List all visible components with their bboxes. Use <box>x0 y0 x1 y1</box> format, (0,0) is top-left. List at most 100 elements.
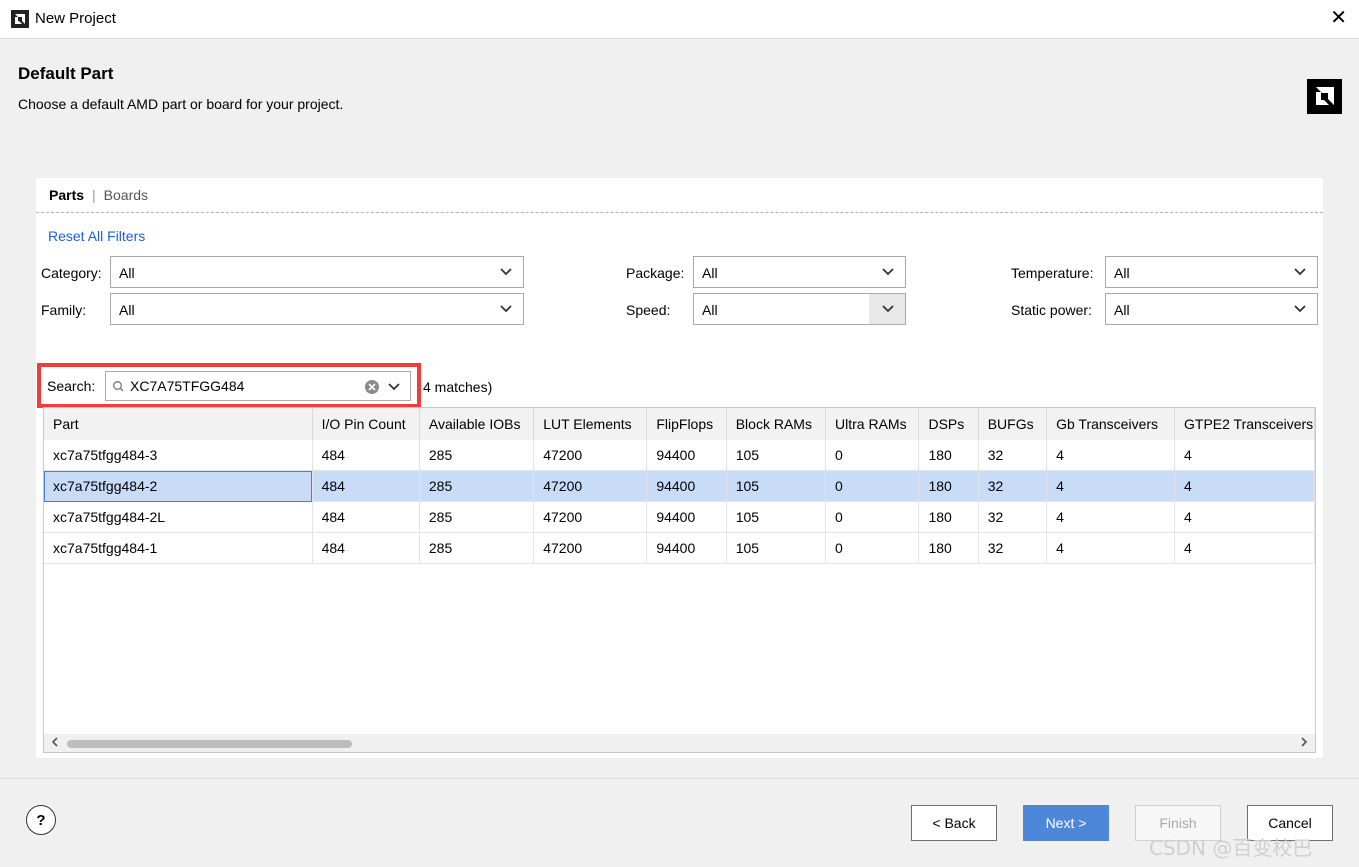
column-header[interactable]: DSPs <box>918 408 979 440</box>
next-button[interactable]: Next > <box>1023 805 1109 841</box>
column-header[interactable]: GTPE2 Transceivers <box>1174 408 1315 440</box>
part-selection-panel: Parts | Boards Reset All Filters Category:… <box>36 178 1323 758</box>
table-cell: 94400 <box>646 501 727 533</box>
family-value: All <box>119 302 135 318</box>
table-cell: 4 <box>1174 501 1315 533</box>
category-value: All <box>119 265 135 281</box>
page-title: Default Part <box>18 64 114 83</box>
table-cell: 32 <box>978 470 1048 502</box>
column-header[interactable]: FlipFlops <box>646 408 727 440</box>
amd-app-icon <box>11 10 29 28</box>
clear-search-icon[interactable] <box>364 379 380 395</box>
help-button[interactable]: ? <box>26 805 56 835</box>
category-select[interactable]: All <box>110 256 524 288</box>
package-label: Package: <box>626 265 685 281</box>
table-row[interactable]: xc7a75tfgg484-2 484 285 47200 94400 105 0 180 32… <box>44 470 1315 502</box>
horizontal-scrollbar[interactable] <box>44 734 1315 752</box>
table-cell: xc7a75tfgg484-2L <box>44 501 313 533</box>
scroll-right-icon[interactable] <box>1298 736 1310 748</box>
watermark: CSDN @百变校巴 <box>1149 836 1313 860</box>
table-cell: 94400 <box>646 532 727 564</box>
close-icon[interactable]: ✕ <box>1330 6 1347 30</box>
search-field[interactable] <box>105 371 411 401</box>
table-cell: 105 <box>726 470 827 502</box>
table-row[interactable]: xc7a75tfgg484-1 484 285 47200 94400 105 0 180 32… <box>44 532 1315 564</box>
table-cell: 4 <box>1174 470 1315 502</box>
table-cell: 94400 <box>646 470 727 502</box>
search-input[interactable] <box>130 376 360 396</box>
divider <box>36 212 1323 213</box>
chevron-down-icon <box>882 268 894 276</box>
table-cell: xc7a75tfgg484-3 <box>44 440 313 471</box>
table-cell: 4 <box>1046 470 1176 502</box>
column-header[interactable]: I/O Pin Count <box>312 408 420 440</box>
back-button[interactable]: < Back <box>911 805 997 841</box>
table-cell: 484 <box>312 532 420 564</box>
scroll-left-icon[interactable] <box>49 736 61 748</box>
column-header[interactable]: Gb Transceivers <box>1046 408 1176 440</box>
tab-separator: | <box>92 187 96 203</box>
chevron-down-icon <box>500 268 512 276</box>
search-icon <box>113 381 124 392</box>
column-header[interactable]: Block RAMs <box>726 408 827 440</box>
table-cell: 47200 <box>533 532 648 564</box>
parts-table[interactable]: Part I/O Pin Count Available IOBs LUT Eleme… <box>43 407 1316 753</box>
column-header[interactable]: Part <box>44 408 313 440</box>
table-cell: 32 <box>978 440 1048 471</box>
table-cell: 105 <box>726 501 827 533</box>
column-header[interactable]: LUT Elements <box>533 408 648 440</box>
footer-divider <box>0 778 1359 779</box>
table-cell: 0 <box>825 470 920 502</box>
tab-bar: Parts | Boards <box>49 187 148 203</box>
table-cell: 285 <box>419 470 535 502</box>
table-cell: xc7a75tfgg484-2 <box>44 470 313 502</box>
speed-label: Speed: <box>626 302 671 318</box>
scrollbar-thumb[interactable] <box>67 740 352 748</box>
speed-select[interactable]: All <box>693 293 906 325</box>
static-power-select[interactable]: All <box>1105 293 1318 325</box>
temperature-select[interactable]: All <box>1105 256 1318 288</box>
tab-parts[interactable]: Parts <box>49 187 84 203</box>
amd-logo-icon <box>1307 79 1342 114</box>
table-row[interactable]: xc7a75tfgg484-3 484 285 47200 94400 105 0 180 32… <box>44 440 1315 471</box>
column-header[interactable]: Ultra RAMs <box>825 408 920 440</box>
table-cell: 484 <box>312 470 420 502</box>
table-cell: 47200 <box>533 470 648 502</box>
table-cell: 0 <box>825 440 920 471</box>
table-cell: 4 <box>1174 440 1315 471</box>
tab-boards[interactable]: Boards <box>104 187 148 203</box>
table-cell: 47200 <box>533 440 648 471</box>
family-select[interactable]: All <box>110 293 524 325</box>
wizard-header: Default Part Choose a default AMD part o… <box>0 40 1359 134</box>
temperature-label: Temperature: <box>1011 265 1094 281</box>
column-header[interactable]: BUFGs <box>978 408 1048 440</box>
table-cell: 0 <box>825 532 920 564</box>
chevron-down-icon <box>1294 305 1306 313</box>
speed-value: All <box>702 302 718 318</box>
table-cell: 4 <box>1046 532 1176 564</box>
table-cell: 484 <box>312 440 420 471</box>
table-cell: 285 <box>419 440 535 471</box>
column-header[interactable]: Available IOBs <box>419 408 535 440</box>
table-cell: 105 <box>726 532 827 564</box>
reset-filters-link[interactable]: Reset All Filters <box>48 228 145 244</box>
table-cell: 32 <box>978 532 1048 564</box>
table-cell: 4 <box>1174 532 1315 564</box>
chevron-down-icon <box>1294 268 1306 276</box>
table-cell: 484 <box>312 501 420 533</box>
table-cell: 0 <box>825 501 920 533</box>
match-count: 4 matches) <box>423 379 493 395</box>
table-row[interactable]: xc7a75tfgg484-2L 484 285 47200 94400 105 0 180 3… <box>44 501 1315 533</box>
table-cell: 285 <box>419 532 535 564</box>
table-cell: 4 <box>1046 440 1176 471</box>
window-title: New Project <box>35 10 116 27</box>
family-label: Family: <box>41 302 87 318</box>
chevron-down-icon[interactable] <box>387 380 401 394</box>
parts-table-grid: Part I/O Pin Count Available IOBs LUT Eleme… <box>44 408 1315 564</box>
table-cell: xc7a75tfgg484-1 <box>44 532 313 564</box>
chevron-down-icon <box>882 305 894 313</box>
static-power-value: All <box>1114 302 1130 318</box>
package-select[interactable]: All <box>693 256 906 288</box>
table-cell: 47200 <box>533 501 648 533</box>
table-header-row: Part I/O Pin Count Available IOBs LUT Eleme… <box>44 408 1315 440</box>
